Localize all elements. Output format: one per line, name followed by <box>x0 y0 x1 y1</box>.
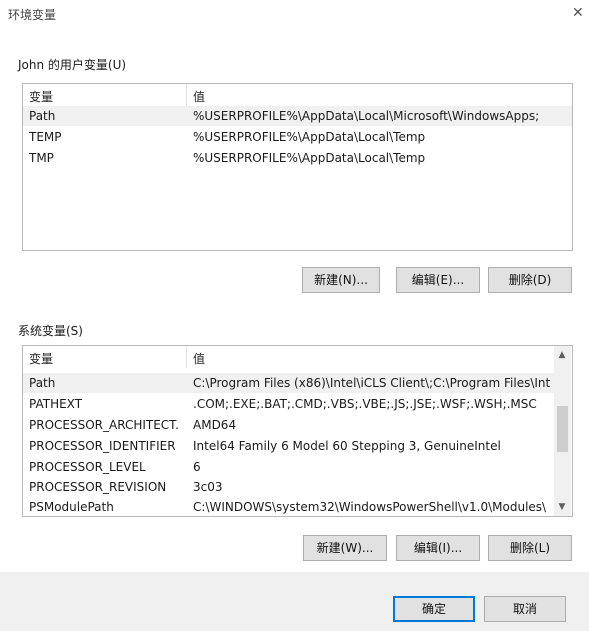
user-edit-button[interactable]: 编辑(E)... <box>396 267 480 293</box>
var-value: Intel64 Family 6 Model 60 Stepping 3, Ge… <box>193 439 501 453</box>
table-row[interactable]: Path C:\Program Files (x86)\Intel\iCLS C… <box>23 373 554 393</box>
scrollbar-thumb[interactable] <box>557 406 568 452</box>
var-name: PROCESSOR_IDENTIFIER <box>29 439 176 453</box>
column-divider[interactable] <box>186 346 187 368</box>
var-name: Path <box>29 376 56 390</box>
sys-delete-button[interactable]: 删除(L) <box>488 535 572 561</box>
table-row[interactable]: TMP %USERPROFILE%\AppData\Local\Temp <box>23 148 572 168</box>
user-vars-list[interactable]: 变量 值 Path %USERPROFILE%\AppData\Local\Mi… <box>22 83 573 251</box>
var-value: C:\Program Files (x86)\Intel\iCLS Client… <box>193 376 551 390</box>
cancel-button[interactable]: 取消 <box>484 596 566 622</box>
column-divider[interactable] <box>186 84 187 106</box>
column-header-name[interactable]: 变量 <box>29 88 53 105</box>
var-name: PROCESSOR_LEVEL <box>29 460 146 474</box>
column-header-name[interactable]: 变量 <box>29 350 53 367</box>
ok-button[interactable]: 确定 <box>393 596 475 622</box>
var-value: AMD64 <box>193 418 237 432</box>
window-title: 环境变量 <box>8 8 57 22</box>
var-value: %USERPROFILE%\AppData\Local\Temp <box>193 151 426 165</box>
user-new-button[interactable]: 新建(N)... <box>302 267 380 293</box>
var-value: 3c03 <box>193 480 223 494</box>
var-value: %USERPROFILE%\AppData\Local\Microsoft\Wi… <box>193 109 540 123</box>
var-name: PSModulePath <box>29 500 114 514</box>
var-value: 6 <box>193 460 201 474</box>
dialog-footer: 确定 取消 <box>0 572 589 631</box>
scroll-up-arrow-icon[interactable]: ▲ <box>554 350 570 360</box>
table-row[interactable]: PSModulePath C:\WINDOWS\system32\Windows… <box>23 497 554 516</box>
var-name: PATHEXT <box>29 397 83 411</box>
var-name: TEMP <box>29 130 62 144</box>
column-header-value[interactable]: 值 <box>193 88 205 105</box>
table-row[interactable]: PROCESSOR_REVISION 3c03 <box>23 477 554 497</box>
scroll-down-arrow-icon[interactable]: ▼ <box>554 502 570 512</box>
table-row[interactable]: TEMP %USERPROFILE%\AppData\Local\Temp <box>23 127 572 147</box>
table-row[interactable]: PROCESSOR_IDENTIFIER Intel64 Family 6 Mo… <box>23 436 554 456</box>
var-name: Path <box>29 109 56 123</box>
table-row[interactable]: Path %USERPROFILE%\AppData\Local\Microso… <box>23 106 572 126</box>
column-header-value[interactable]: 值 <box>193 350 205 367</box>
sys-vars-label: 系统变量(S) <box>18 324 83 338</box>
user-vars-label: John 的用户变量(U) <box>18 58 127 72</box>
sys-edit-button[interactable]: 编辑(I)... <box>396 535 480 561</box>
sys-new-button[interactable]: 新建(W)... <box>303 535 387 561</box>
sys-vars-list[interactable]: 变量 值 Path C:\Program Files (x86)\Intel\i… <box>22 345 573 517</box>
close-icon[interactable]: ✕ <box>572 5 584 21</box>
user-vars-header: 变量 值 <box>23 84 572 106</box>
table-row[interactable]: PROCESSOR_ARCHITECT... AMD64 <box>23 415 554 435</box>
sys-vars-header: 变量 值 <box>23 346 572 368</box>
var-name: PROCESSOR_REVISION <box>29 480 167 494</box>
table-row[interactable]: PATHEXT .COM;.EXE;.BAT;.CMD;.VBS;.VBE;.J… <box>23 394 554 414</box>
var-value: .COM;.EXE;.BAT;.CMD;.VBS;.VBE;.JS;.JSE;.… <box>193 397 537 411</box>
var-value: C:\WINDOWS\system32\WindowsPowerShell\v1… <box>193 500 547 514</box>
var-value: %USERPROFILE%\AppData\Local\Temp <box>193 130 426 144</box>
var-name: PROCESSOR_ARCHITECT... <box>29 418 179 432</box>
var-name: TMP <box>29 151 54 165</box>
vertical-scrollbar[interactable]: ▲ ▼ <box>554 346 571 516</box>
title-bar: 环境变量 ✕ <box>0 0 589 30</box>
user-delete-button[interactable]: 删除(D) <box>488 267 572 293</box>
table-row[interactable]: PROCESSOR_LEVEL 6 <box>23 457 554 477</box>
